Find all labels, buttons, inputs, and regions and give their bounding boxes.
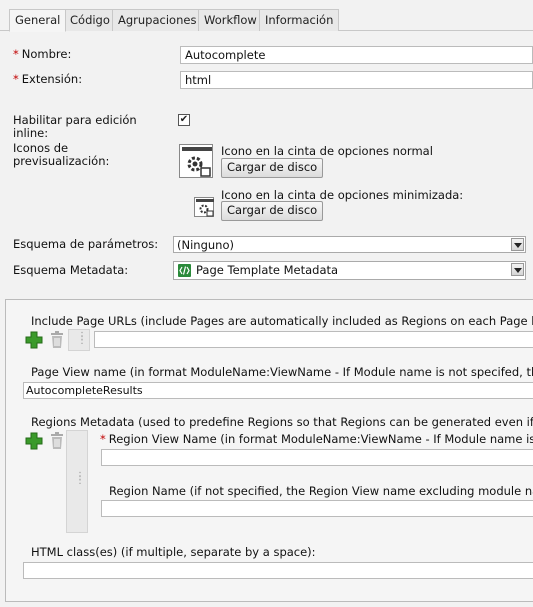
upload-min-button[interactable]: Cargar de disco xyxy=(221,201,324,221)
region-view-input[interactable] xyxy=(101,449,533,466)
page-view-label: Page View name (in format ModuleName:Vie… xyxy=(31,365,533,379)
required-marker: * xyxy=(100,432,106,446)
extension-input[interactable]: html xyxy=(180,71,533,89)
ribbon-icon-minimized-preview xyxy=(194,197,214,217)
tab-strip: General Código Agrupaciones Workflow Inf… xyxy=(0,0,533,32)
nombre-input[interactable]: Autocomplete xyxy=(180,46,533,64)
region-name-label: Region Name (if not specified, the Regio… xyxy=(109,484,533,498)
tab-workflow[interactable]: Workflow xyxy=(198,9,263,31)
gear-icon xyxy=(196,199,214,217)
metadata-schema-value: Page Template Metadata xyxy=(196,263,339,277)
include-urls-label: Include Page URLs (include Pages are aut… xyxy=(31,314,533,328)
metadata-schema-label: Esquema Metadata: xyxy=(13,263,129,277)
grip-icon: ⋮ ⋮ xyxy=(77,331,87,346)
plus-icon xyxy=(25,432,43,450)
grip-icon: ⋮ ⋮ xyxy=(75,471,85,486)
page-view-input[interactable]: AutocompleteResults xyxy=(23,382,533,399)
tab-codigo[interactable]: Código xyxy=(64,9,116,31)
drag-handle[interactable]: ⋮ ⋮ xyxy=(68,329,90,351)
tab-informacion[interactable]: Información xyxy=(259,9,340,31)
param-schema-value: (Ninguno) xyxy=(177,238,234,252)
include-url-input[interactable] xyxy=(94,331,533,348)
chevron-down-icon[interactable] xyxy=(511,238,524,251)
required-marker: * xyxy=(13,72,19,86)
tab-general[interactable]: General xyxy=(9,9,67,32)
drag-handle[interactable]: ⋮ ⋮ xyxy=(66,430,88,533)
regions-label: Regions Metadata (used to predefine Regi… xyxy=(31,415,533,429)
icons-label: Iconos de previsualización: xyxy=(13,141,110,168)
nombre-label-text: Nombre: xyxy=(21,47,72,61)
ribbon-icon-normal-preview xyxy=(179,144,213,178)
trash-icon xyxy=(51,432,63,449)
extension-label: * Extensión: xyxy=(13,73,82,86)
required-marker: * xyxy=(13,47,19,61)
region-name-input[interactable] xyxy=(101,500,533,517)
tab-agrupaciones[interactable]: Agrupaciones xyxy=(112,9,203,31)
schema-icon xyxy=(178,264,191,277)
html-class-input[interactable] xyxy=(23,562,533,579)
inline-edit-label: Habilitar para edición inline: xyxy=(13,113,137,140)
plus-icon xyxy=(25,331,43,349)
nombre-label: * Nombre: xyxy=(13,48,71,61)
region-view-label-text: Region View Name (in format ModuleName:V… xyxy=(108,432,533,446)
add-include-url-button[interactable] xyxy=(24,330,44,350)
extension-label-text: Extensión: xyxy=(21,72,83,86)
param-schema-label: Esquema de parámetros: xyxy=(13,237,159,251)
delete-include-url-button[interactable] xyxy=(48,330,66,350)
param-schema-select[interactable]: (Ninguno) xyxy=(173,236,526,253)
add-region-button[interactable] xyxy=(24,431,44,451)
icon-normal-label: Icono en la cinta de opciones normal xyxy=(221,144,433,158)
trash-icon xyxy=(51,331,63,348)
upload-normal-button[interactable]: Cargar de disco xyxy=(221,158,324,178)
html-class-label: HTML class(es) (if multiple, separate by… xyxy=(31,545,316,559)
gear-icon xyxy=(182,147,212,177)
delete-region-button[interactable] xyxy=(48,431,66,451)
inline-edit-checkbox[interactable]: ✔ xyxy=(178,114,190,126)
chevron-down-icon[interactable] xyxy=(511,263,524,276)
metadata-panel: Include Page URLs (include Pages are aut… xyxy=(5,299,533,602)
region-view-label: * Region View Name (in format ModuleName:… xyxy=(100,433,533,446)
metadata-schema-select[interactable]: Page Template Metadata xyxy=(173,261,526,280)
